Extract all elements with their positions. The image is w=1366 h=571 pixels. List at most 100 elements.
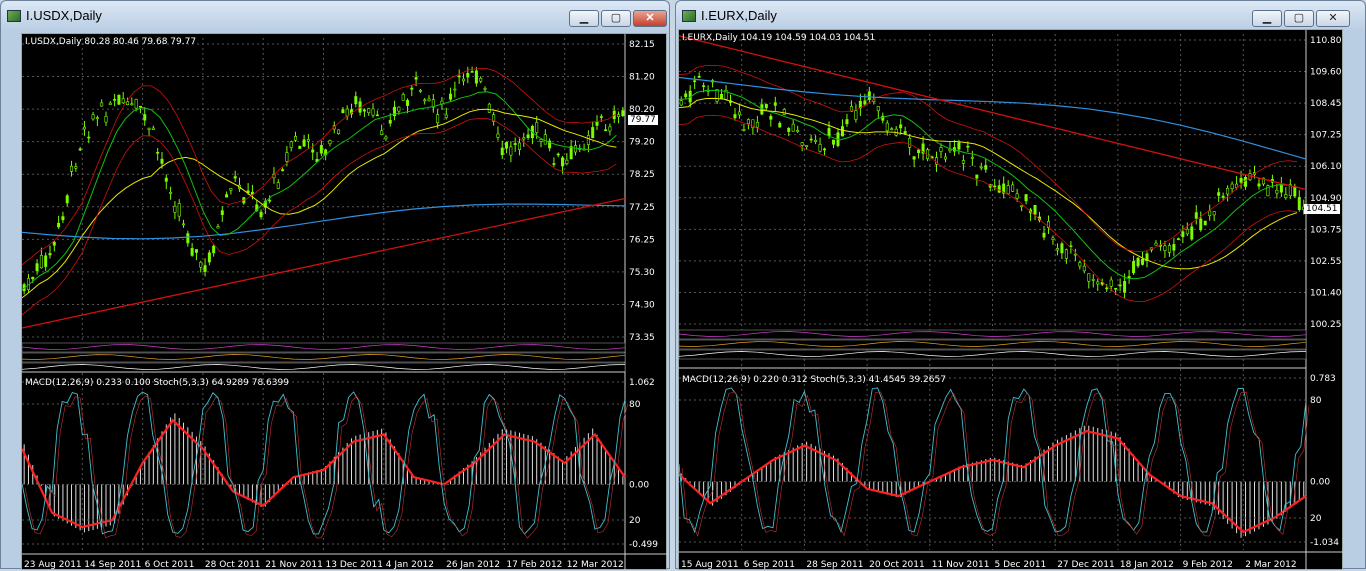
candle-body — [854, 110, 858, 120]
candle-body — [78, 148, 82, 151]
price-tick-label: 101.40 — [1310, 288, 1342, 298]
candle-body — [840, 126, 844, 137]
indicator-tick-label: 80 — [629, 400, 641, 410]
candle-body — [1078, 262, 1082, 267]
candle-body — [259, 211, 263, 218]
price-tick-label: 102.55 — [1310, 257, 1342, 267]
candle-body — [1244, 176, 1248, 187]
candle-body — [621, 110, 625, 117]
candle-body — [134, 99, 138, 109]
candle-body — [182, 223, 186, 226]
candle-body — [1132, 261, 1136, 274]
candle-body — [337, 129, 341, 134]
candle-body — [113, 98, 117, 101]
candle-body — [302, 139, 306, 147]
bollinger-lower-line — [679, 114, 1298, 302]
candle-body — [997, 185, 1001, 193]
candle-body — [1011, 184, 1015, 192]
candle-body — [100, 102, 104, 107]
candle-body — [397, 106, 401, 112]
candle-body — [599, 116, 603, 118]
candle-body — [805, 145, 809, 148]
candle-body — [401, 94, 405, 101]
chart-area[interactable]: 82.15 81.20 80.20 79.20 78.25 77.25 76.25 75.30… — [21, 33, 668, 571]
candle-body — [1006, 185, 1010, 195]
candle-body — [505, 142, 509, 149]
candle-body — [1051, 237, 1055, 240]
candle-body — [281, 169, 285, 172]
price-tick-label: 80.20 — [629, 105, 655, 115]
candle-body — [138, 105, 142, 108]
candle-body — [1082, 265, 1086, 272]
candle-body — [957, 142, 961, 150]
candle-body — [818, 144, 822, 152]
candle-body — [569, 146, 573, 160]
minimize-button[interactable]: ▁ — [1252, 10, 1282, 27]
candle-body — [565, 159, 569, 165]
candle-body — [143, 114, 147, 121]
candle-body — [311, 149, 315, 153]
candle-body — [354, 96, 358, 105]
candle-body — [186, 233, 190, 244]
maximize-button[interactable]: ▢ — [601, 10, 631, 27]
candle-body — [225, 194, 229, 198]
candle-body — [384, 136, 388, 140]
candle-body — [461, 78, 465, 82]
candle-body — [684, 93, 688, 97]
candle-body — [130, 103, 134, 106]
candle-body — [863, 100, 867, 105]
chart-window-eurx[interactable]: I.EURX,Daily ▁ ▢ ✕ 110.80 109.60 108.45 107… — [675, 0, 1366, 571]
chart-icon — [682, 10, 696, 22]
close-button[interactable]: ✕ — [1316, 10, 1350, 27]
window-titlebar[interactable]: I.USDX,Daily ▁ ▢ ✕ — [1, 1, 669, 31]
candle-body — [74, 166, 78, 169]
candle-body — [1024, 194, 1028, 202]
candle-body — [1279, 184, 1283, 193]
candle-body — [207, 252, 211, 263]
candle-body — [885, 122, 889, 132]
close-button[interactable]: ✕ — [633, 10, 667, 27]
candle-body — [82, 126, 86, 130]
current-price-tag: 79.77 — [628, 115, 658, 125]
candle-body — [876, 106, 880, 112]
candle-body — [993, 185, 997, 188]
candle-body — [733, 114, 737, 119]
candle-body — [832, 139, 836, 145]
candle-body — [177, 203, 181, 217]
candle-body — [556, 153, 560, 156]
candle-body — [1284, 194, 1288, 198]
candle-body — [908, 137, 912, 148]
candle-body — [1239, 177, 1243, 183]
candle-body — [1073, 253, 1077, 256]
candle-body — [276, 182, 280, 189]
price-tick-label: 81.20 — [629, 73, 655, 83]
price-tick-label: 109.60 — [1310, 68, 1342, 78]
maximize-button[interactable]: ▢ — [1284, 10, 1314, 27]
candle-body — [289, 141, 293, 148]
candle-body — [948, 148, 952, 152]
price-tick-label: 79.20 — [629, 138, 655, 148]
candle-body — [573, 145, 577, 153]
candle-body — [782, 109, 786, 115]
chart-area[interactable]: 110.80 109.60 108.45 107.25 106.10 104.90 103.… — [678, 29, 1344, 571]
candle-body — [1042, 232, 1046, 238]
candle-body — [233, 176, 237, 179]
candle-body — [479, 77, 483, 82]
candle-body — [827, 128, 831, 137]
candle-body — [1163, 245, 1167, 251]
indicator-tick-label: -0.499 — [629, 540, 658, 550]
price-tick-label: 74.30 — [629, 300, 655, 310]
candle-body — [912, 156, 916, 160]
candle-body — [164, 177, 168, 182]
indicator-label: MACD(12,26,9) 0.220 0.312 Stoch(5,3,3) 4… — [682, 375, 946, 385]
minimize-button[interactable]: ▁ — [569, 10, 599, 27]
candle-body — [769, 116, 773, 120]
bollinger-upper-line — [22, 68, 617, 266]
candle-body — [970, 156, 974, 159]
candle-body — [867, 91, 871, 100]
chart-window-usdx[interactable]: I.USDX,Daily ▁ ▢ ✕ 82.15 81.20 80.20 79.20 7… — [0, 0, 670, 571]
candle-body — [199, 261, 203, 268]
candle-body — [604, 129, 608, 131]
window-titlebar[interactable]: I.EURX,Daily ▁ ▢ ✕ — [676, 1, 1365, 31]
candle-body — [388, 119, 392, 124]
